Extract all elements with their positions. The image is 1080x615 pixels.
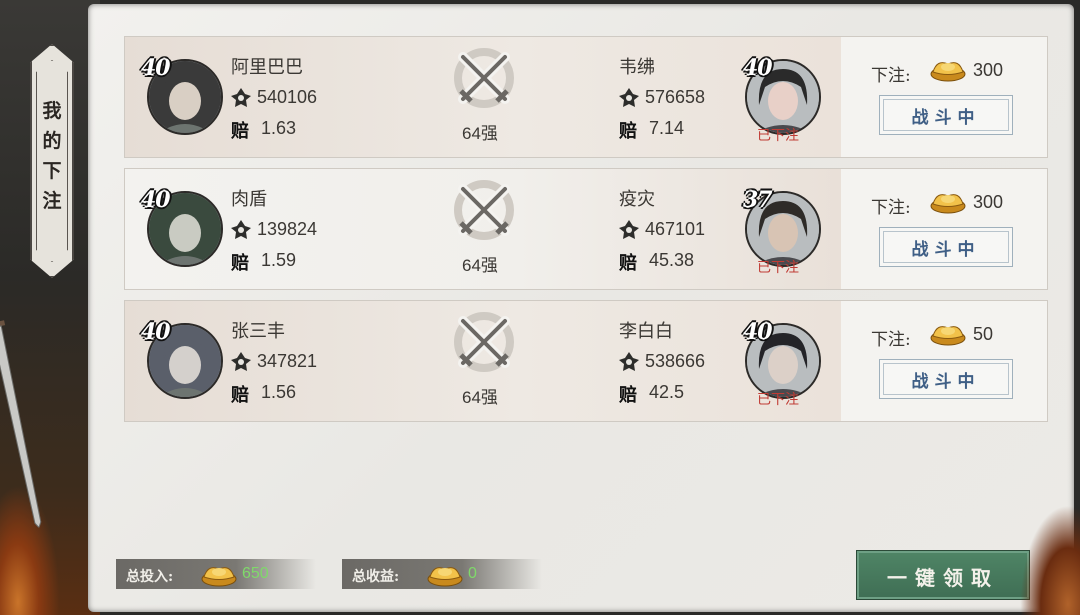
round-label: 64强 <box>462 388 498 407</box>
total-income-value: 0 <box>468 565 477 582</box>
right-player-level: 40 <box>743 319 773 345</box>
left-player-name: 阿里巴巴 <box>231 57 303 78</box>
gold-ingot-icon <box>930 194 966 214</box>
power-icon <box>619 88 639 107</box>
fighting-status-label: 战斗中 <box>911 108 981 128</box>
crossed-swords-icon <box>451 47 517 109</box>
power-icon <box>619 220 639 239</box>
fighting-status-button[interactable]: 战斗中 <box>879 359 1013 399</box>
gold-ingot-icon <box>427 567 463 587</box>
total-invest-label: 总投入: <box>126 569 174 585</box>
right-player-level: 37 <box>743 187 773 213</box>
bet-amount: 50 <box>973 324 994 344</box>
bet-label: 下注: <box>871 66 911 86</box>
fighting-status-button[interactable]: 战斗中 <box>879 95 1013 135</box>
total-invest-value: 650 <box>242 565 269 582</box>
left-player-odds: 1.56 <box>261 382 297 402</box>
odds-icon: 赔 <box>619 385 637 406</box>
power-icon <box>231 220 251 239</box>
fighting-status-label: 战斗中 <box>911 240 981 260</box>
right-player-name: 疫灾 <box>619 189 655 210</box>
right-player-power: 538666 <box>645 351 706 371</box>
claim-all-button[interactable]: 一键领取 <box>856 550 1030 600</box>
bet-placed-badge: 已下注 <box>757 392 799 408</box>
left-player-level: 40 <box>141 319 171 345</box>
crossed-swords-icon <box>451 179 517 241</box>
total-income-label: 总收益: <box>352 569 400 585</box>
crossed-swords-icon <box>451 311 517 373</box>
left-player-power: 139824 <box>257 219 318 239</box>
gold-ingot-icon <box>930 326 966 346</box>
left-player-level: 40 <box>141 187 171 213</box>
fighting-status-label: 战斗中 <box>911 372 981 392</box>
right-player-name: 韦绋 <box>619 57 655 78</box>
left-player-odds: 1.63 <box>261 118 297 138</box>
flame-decoration-right <box>1020 505 1080 615</box>
power-icon <box>231 352 251 371</box>
left-player-power: 347821 <box>257 351 318 371</box>
bet-placed-badge: 已下注 <box>757 128 799 144</box>
left-player-level: 40 <box>141 55 171 81</box>
odds-icon: 赔 <box>231 253 249 274</box>
claim-all-label: 一键领取 <box>887 566 999 590</box>
bet-label: 下注: <box>871 198 911 218</box>
bet-placed-badge: 已下注 <box>757 260 799 276</box>
gold-ingot-icon <box>201 567 237 587</box>
right-player-odds: 7.14 <box>649 118 685 138</box>
left-player-power: 540106 <box>257 87 318 107</box>
gold-ingot-icon <box>930 62 966 82</box>
power-icon <box>231 88 251 107</box>
bet-amount: 300 <box>973 192 1004 212</box>
bet-row: 40 肉盾 139824 赔 1.59 64强 疫灾 467101 赔 45.3… <box>124 168 1048 290</box>
right-player-odds: 45.38 <box>649 250 695 270</box>
right-player-power: 467101 <box>645 219 706 239</box>
left-player-name: 张三丰 <box>231 321 285 342</box>
right-player-power: 576658 <box>645 87 706 107</box>
bet-row: 40 张三丰 347821 赔 1.56 64强 李白白 538666 赔 42… <box>124 300 1048 422</box>
fighting-status-button[interactable]: 战斗中 <box>879 227 1013 267</box>
my-bets-tab-label: 我的下注 <box>42 100 62 212</box>
bet-row: 40 阿里巴巴 540106 赔 1.63 64强 韦绋 576658 赔 7.… <box>124 36 1048 158</box>
odds-icon: 赔 <box>231 385 249 406</box>
odds-icon: 赔 <box>231 121 249 142</box>
odds-icon: 赔 <box>619 253 637 274</box>
left-player-name: 肉盾 <box>231 189 267 210</box>
round-label: 64强 <box>462 256 498 275</box>
right-player-name: 李白白 <box>619 321 673 342</box>
round-label: 64强 <box>462 124 498 143</box>
right-player-level: 40 <box>743 55 773 81</box>
bet-amount: 300 <box>973 60 1004 80</box>
odds-icon: 赔 <box>619 121 637 142</box>
power-icon <box>619 352 639 371</box>
bet-label: 下注: <box>871 330 911 350</box>
left-player-odds: 1.59 <box>261 250 297 270</box>
right-player-odds: 42.5 <box>649 382 685 402</box>
